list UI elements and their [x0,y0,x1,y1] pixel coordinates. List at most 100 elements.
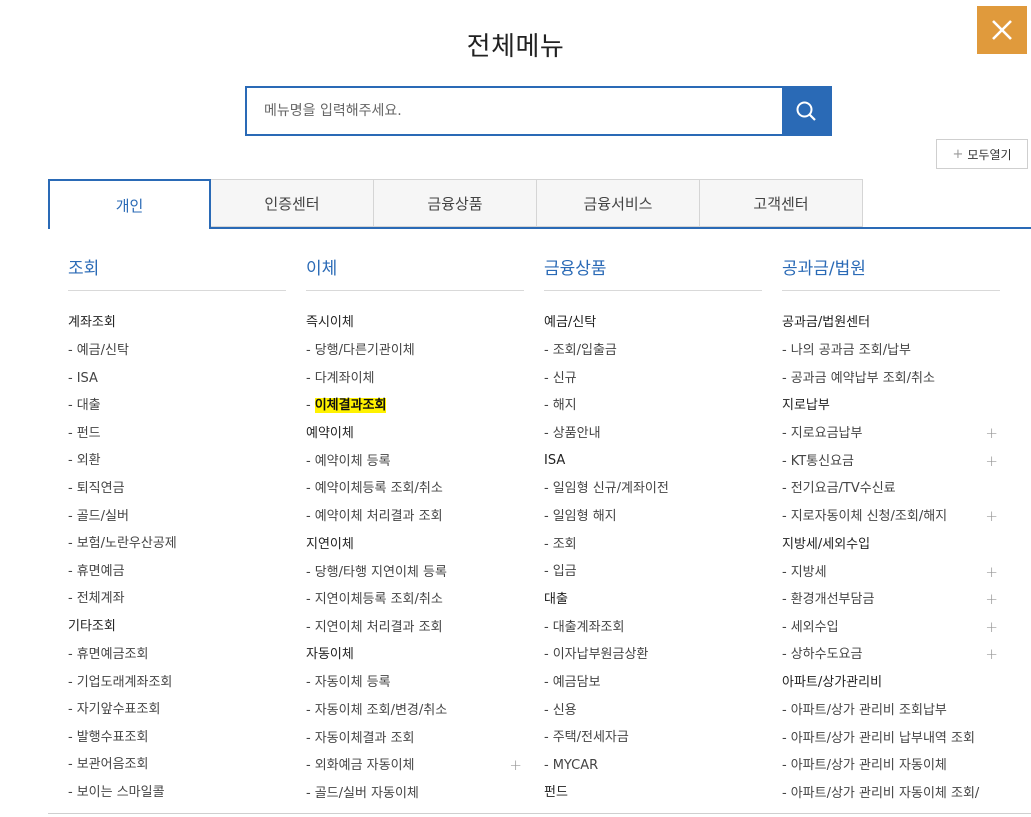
menu-item[interactable]: - 해지 [544,392,762,420]
tab-financial-products[interactable]: 금융상품 [374,179,537,227]
menu-item[interactable]: - ISA [68,365,286,393]
menu-item[interactable]: - 예약이체 등록 [306,448,524,476]
menu-item[interactable]: - 당행/다른기관이체 [306,337,524,365]
menu-item[interactable]: - 아파트/상가 관리비 조회납부 [782,697,1000,725]
column-title: 금융상품 [544,254,762,291]
expand-plus-icon[interactable]: + [985,641,998,669]
menu-item[interactable]: - 상하수도요금 + [782,641,1000,669]
menu-item[interactable]: - 아파트/상가 관리비 자동이체 [782,752,1000,780]
menu-item[interactable]: - 예금담보 [544,669,762,697]
plus-icon: + [952,146,964,162]
menu-column-transfer: 이체 즉시이체 - 당행/다른기관이체 - 다계좌이체 - 이체결과조회 예약이체 -… [306,254,524,807]
close-button[interactable] [977,6,1027,54]
search-input[interactable] [247,88,782,134]
tab-cert-center[interactable]: 인증센터 [211,179,374,227]
group-title[interactable]: 아파트/상가관리비 [782,669,1000,697]
group-title[interactable]: 지연이체 [306,531,524,559]
group-title[interactable]: ISA [544,447,762,475]
search-box [245,86,832,136]
search-button[interactable] [782,88,830,134]
menu-item[interactable]: - 다계좌이체 [306,365,524,393]
group-title[interactable]: 기타조회 [68,613,286,641]
menu-item[interactable]: - 당행/타행 지연이체 등록 [306,559,524,587]
tab-personal[interactable]: 개인 [48,179,211,229]
menu-item[interactable]: - 지방세 + [782,559,1000,587]
open-all-label: 모두열기 [967,147,1012,162]
group-title[interactable]: 자동이체 [306,641,524,669]
menu-item[interactable]: - 휴면예금 [68,558,286,586]
menu-item[interactable]: - 아파트/상가 관리비 자동이체 조회/ [782,780,1000,808]
menu-item[interactable]: - 조회/입출금 [544,337,762,365]
column-title: 공과금/법원 [782,254,1000,291]
menu-item[interactable]: - KT통신요금 + [782,448,1000,476]
tab-financial-services[interactable]: 금융서비스 [537,179,700,227]
menu-item[interactable]: - 나의 공과금 조회/납부 [782,337,1000,365]
menu-item[interactable]: - MYCAR [544,752,762,780]
menu-item-highlighted[interactable]: - 이체결과조회 [306,392,524,420]
menu-item[interactable]: - 조회 [544,531,762,559]
menu-item[interactable]: - 자동이체 등록 [306,669,524,697]
menu-item[interactable]: - 지연이체등록 조회/취소 [306,586,524,614]
open-all-button[interactable]: + 모두열기 [936,139,1028,169]
menu-item[interactable]: - 발행수표조회 [68,724,286,752]
menu-item[interactable]: - 환경개선부담금 + [782,586,1000,614]
group-title[interactable]: 공과금/법원센터 [782,309,1000,337]
menu-item[interactable]: - 자동이체 조회/변경/취소 [306,697,524,725]
menu-column-utilities: 공과금/법원 공과금/법원센터 - 나의 공과금 조회/납부 - 공과금 예약납부 … [782,254,1000,807]
group-title[interactable]: 즉시이체 [306,309,524,337]
menu-item[interactable]: - 신용 [544,697,762,725]
menu-item[interactable]: - 골드/실버 자동이체 [306,780,524,808]
group-title[interactable]: 계좌조회 [68,309,286,337]
group-title[interactable]: 예약이체 [306,420,524,448]
menu-item[interactable]: - 전체계좌 [68,585,286,613]
menu-item[interactable]: - 외화예금 자동이체 + [306,752,524,780]
menu-column-inquiry: 조회 계좌조회 - 예금/신탁 - ISA - 대출 - 펀드 - 외환 - 퇴직연금 -골… [68,254,286,807]
menu-item[interactable]: - 대출계좌조회 [544,614,762,642]
expand-plus-icon[interactable]: + [985,614,998,642]
menu-item[interactable]: - 일임형 신규/계좌이전 [544,475,762,503]
search-icon [796,101,816,121]
group-title[interactable]: 지방세/세외수입 [782,531,1000,559]
menu-item[interactable]: - 이자납부원금상환 [544,641,762,669]
group-title[interactable]: 펀드 [544,779,762,807]
menu-item[interactable]: - 상품안내 [544,420,762,448]
menu-item[interactable]: - 전기요금/TV수신료 [782,475,1000,503]
menu-item[interactable]: - 예약이체 처리결과 조회 [306,503,524,531]
group-title[interactable]: 예금/신탁 [544,309,762,337]
menu-item[interactable]: - 골드/실버 [68,503,286,531]
menu-item[interactable]: - 신규 [544,365,762,393]
tab-customer-center[interactable]: 고객센터 [700,179,863,227]
menu-item[interactable]: - 자동이체결과 조회 [306,725,524,753]
menu-item[interactable]: - 보이는 스마일콜 [68,779,286,807]
expand-plus-icon[interactable]: + [985,503,998,531]
expand-plus-icon[interactable]: + [985,420,998,448]
menu-item[interactable]: - 보험/노란우산공제 [68,530,286,558]
menu-item[interactable]: - 대출 [68,392,286,420]
menu-item[interactable]: - 보관어음조회 [68,751,286,779]
column-title: 조회 [68,254,286,291]
menu-item[interactable]: - 기업도래계좌조회 [68,669,286,697]
menu-item[interactable]: - 입금 [544,558,762,586]
menu-item[interactable]: - 휴면예금조회 [68,641,286,669]
menu-item[interactable]: - 퇴직연금 [68,475,286,503]
menu-item[interactable]: - 예금/신탁 [68,337,286,365]
menu-item[interactable]: - 지로자동이체 신청/조회/해지 + [782,503,1000,531]
menu-item[interactable]: - 예약이체등록 조회/취소 [306,475,524,503]
menu-item[interactable]: - 자기앞수표조회 [68,696,286,724]
menu-item[interactable]: - 주택/전세자금 [544,724,762,752]
expand-plus-icon[interactable]: + [985,448,998,476]
menu-item[interactable]: - 펀드 [68,420,286,448]
expand-plus-icon[interactable]: + [985,559,998,587]
menu-item[interactable]: - 일임형 해지 [544,503,762,531]
menu-item[interactable]: - 세외수입 + [782,614,1000,642]
group-title[interactable]: 지로납부 [782,392,1000,420]
menu-item[interactable]: - 아파트/상가 관리비 납부내역 조회 [782,725,1000,753]
menu-item[interactable]: - 공과금 예약납부 조회/취소 [782,365,1000,393]
menu-item[interactable]: - 지연이체 처리결과 조회 [306,614,524,642]
expand-plus-icon[interactable]: + [985,586,998,614]
expand-plus-icon[interactable]: + [509,752,522,780]
menu-item[interactable]: - 지로요금납부 + [782,420,1000,448]
page-title: 전체메뉴 [466,32,565,62]
menu-item[interactable]: - 외환 [68,447,286,475]
group-title[interactable]: 대출 [544,586,762,614]
